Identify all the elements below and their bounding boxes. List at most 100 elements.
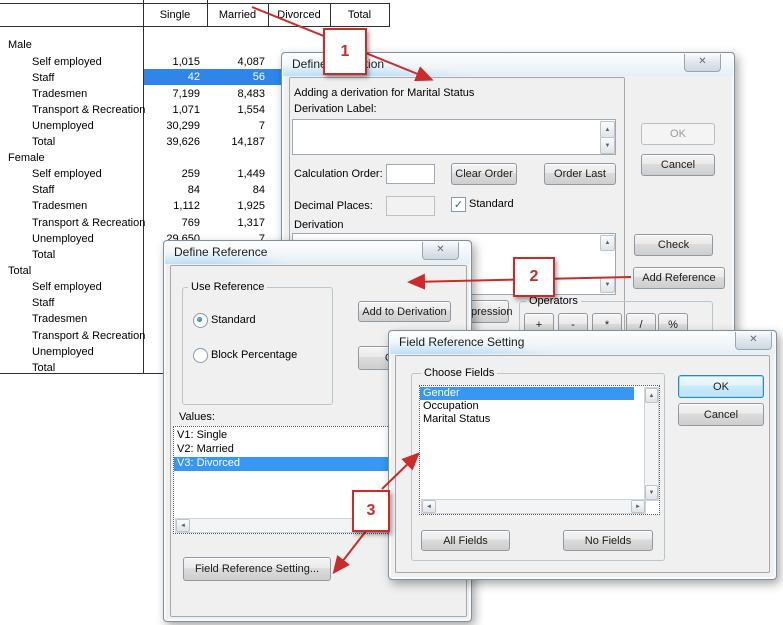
- ok-button[interactable]: OK: [641, 123, 715, 145]
- ok-button[interactable]: OK: [678, 375, 764, 398]
- scroll-up-button[interactable]: ▲: [600, 121, 615, 138]
- radio-dot-icon: [197, 317, 202, 322]
- row-label: Transport & Recreation: [32, 330, 145, 342]
- row-label: Staff: [32, 72, 54, 84]
- row-label: Staff: [32, 184, 54, 196]
- no-fields-button[interactable]: No Fields: [563, 530, 653, 551]
- table-cell[interactable]: 1,449: [185, 168, 265, 180]
- list-item[interactable]: Marital Status: [420, 413, 634, 426]
- close-icon: ✕: [436, 244, 444, 255]
- scroll-down-icon: ▼: [649, 490, 655, 496]
- add-reference-button[interactable]: Add Reference: [633, 267, 725, 289]
- derivation-label-input[interactable]: ▲ ▼: [292, 119, 616, 155]
- row-group-label: Male: [8, 39, 32, 51]
- scroll-up-button[interactable]: ▲: [645, 388, 658, 403]
- scroll-down-button[interactable]: ▼: [645, 485, 658, 500]
- use-reference-group: [182, 287, 333, 405]
- list-item-selected[interactable]: Gender: [420, 387, 634, 400]
- row-label: Total: [32, 136, 55, 148]
- column-header-single[interactable]: Single: [143, 4, 207, 26]
- standard-checkbox[interactable]: ✓: [451, 197, 466, 212]
- list-item[interactable]: Occupation: [420, 400, 634, 413]
- close-icon: ✕: [698, 56, 706, 67]
- decimal-places-input[interactable]: [386, 196, 435, 216]
- row-label: Self employed: [32, 281, 102, 293]
- table-line: [0, 26, 390, 27]
- standard-radio[interactable]: [193, 313, 208, 328]
- table-line: [0, 373, 165, 374]
- cancel-button[interactable]: Cancel: [641, 154, 715, 176]
- block-percentage-radio-label: Block Percentage: [211, 349, 297, 361]
- scroll-down-icon: ▼: [605, 282, 611, 288]
- derivation-intro-text: Adding a derivation for Marital Status: [294, 87, 474, 99]
- scroll-up-icon: ▲: [605, 240, 611, 246]
- callout-2-box: 2: [513, 257, 555, 297]
- order-last-button[interactable]: Order Last: [544, 163, 616, 185]
- derivation-caption: Derivation: [294, 219, 344, 231]
- table-cell[interactable]: 1,925: [185, 200, 265, 212]
- row-label: Self employed: [32, 168, 102, 180]
- close-button[interactable]: ✕: [422, 242, 459, 260]
- table-cell[interactable]: 4,087: [185, 56, 265, 68]
- values-caption: Values:: [179, 411, 215, 423]
- add-to-derivation-button[interactable]: Add to Derivation: [358, 301, 451, 322]
- row-label: Unemployed: [32, 346, 94, 358]
- column-header-divorced[interactable]: Divorced: [268, 4, 330, 26]
- scroll-down-button[interactable]: ▼: [600, 277, 615, 293]
- table-cell[interactable]: 14,187: [185, 136, 265, 148]
- cancel-button[interactable]: Cancel: [678, 403, 764, 426]
- callout-1-box: 1: [323, 28, 367, 75]
- calculation-order-caption: Calculation Order:: [294, 168, 383, 180]
- row-label: Unemployed: [32, 120, 94, 132]
- table-cell[interactable]: 7: [185, 120, 265, 132]
- scroll-left-icon: ◄: [426, 504, 432, 510]
- row-label: Unemployed: [32, 233, 94, 245]
- check-button[interactable]: Check: [634, 234, 713, 256]
- scroll-right-icon: ►: [635, 504, 641, 510]
- decimal-places-caption: Decimal Places:: [294, 200, 373, 212]
- scroll-up-icon: ▲: [605, 127, 611, 133]
- scroll-right-button[interactable]: ►: [631, 500, 645, 513]
- standard-radio-label: Standard: [211, 314, 256, 326]
- scroll-left-button[interactable]: ◄: [422, 500, 436, 513]
- row-label: Self employed: [32, 56, 102, 68]
- dialog-title: Field Reference Setting: [399, 335, 524, 349]
- scroll-down-button[interactable]: ▼: [600, 137, 615, 154]
- clear-order-button[interactable]: Clear Order: [451, 163, 517, 185]
- close-icon: ✕: [749, 334, 757, 345]
- table-cell[interactable]: 1,554: [185, 104, 265, 116]
- table-cell[interactable]: 8,483: [185, 88, 265, 100]
- block-percentage-radio[interactable]: [193, 348, 208, 363]
- row-label: Staff: [32, 297, 54, 309]
- calculation-order-input[interactable]: [386, 164, 435, 184]
- scroll-down-icon: ▼: [605, 143, 611, 149]
- horizontal-scrollbar[interactable]: ◄ ►: [421, 499, 646, 514]
- table-line: [389, 3, 390, 26]
- close-button[interactable]: ✕: [735, 332, 772, 350]
- all-fields-button[interactable]: All Fields: [421, 530, 510, 551]
- close-button[interactable]: ✕: [684, 54, 721, 72]
- table-cell[interactable]: 84: [185, 184, 265, 196]
- scroll-up-button[interactable]: ▲: [600, 235, 615, 251]
- table-cell-selected[interactable]: 56: [185, 71, 265, 83]
- choose-fields-caption: Choose Fields: [421, 367, 497, 379]
- choose-fields-listbox[interactable]: Gender Occupation Marital Status ▲ ▼ ◄ ►: [419, 385, 660, 515]
- scroll-left-icon: ◄: [180, 523, 186, 529]
- vertical-scrollbar[interactable]: ▲ ▼: [644, 387, 659, 501]
- callout-3-box: 3: [352, 490, 390, 532]
- row-label: Total: [32, 362, 55, 374]
- check-icon: ✓: [454, 198, 463, 211]
- field-reference-setting-dialog: Field Reference Setting ✕ Choose Fields …: [388, 330, 777, 580]
- column-header-total[interactable]: Total: [330, 4, 389, 26]
- row-label: Tradesmen: [32, 200, 87, 212]
- screenshot-root: Single Married Divorced Total Male Self …: [0, 0, 783, 625]
- row-label: Tradesmen: [32, 88, 87, 100]
- dialog-title: Define Reference: [174, 245, 267, 259]
- row-group-label: Total: [8, 265, 31, 277]
- table-cell[interactable]: 1,317: [185, 217, 265, 229]
- scroll-left-button[interactable]: ◄: [176, 519, 190, 532]
- field-reference-setting-button[interactable]: Field Reference Setting...: [183, 557, 331, 581]
- derivation-label-caption: Derivation Label:: [294, 103, 377, 115]
- column-header-married[interactable]: Married: [207, 4, 268, 26]
- scroll-up-icon: ▲: [649, 393, 655, 399]
